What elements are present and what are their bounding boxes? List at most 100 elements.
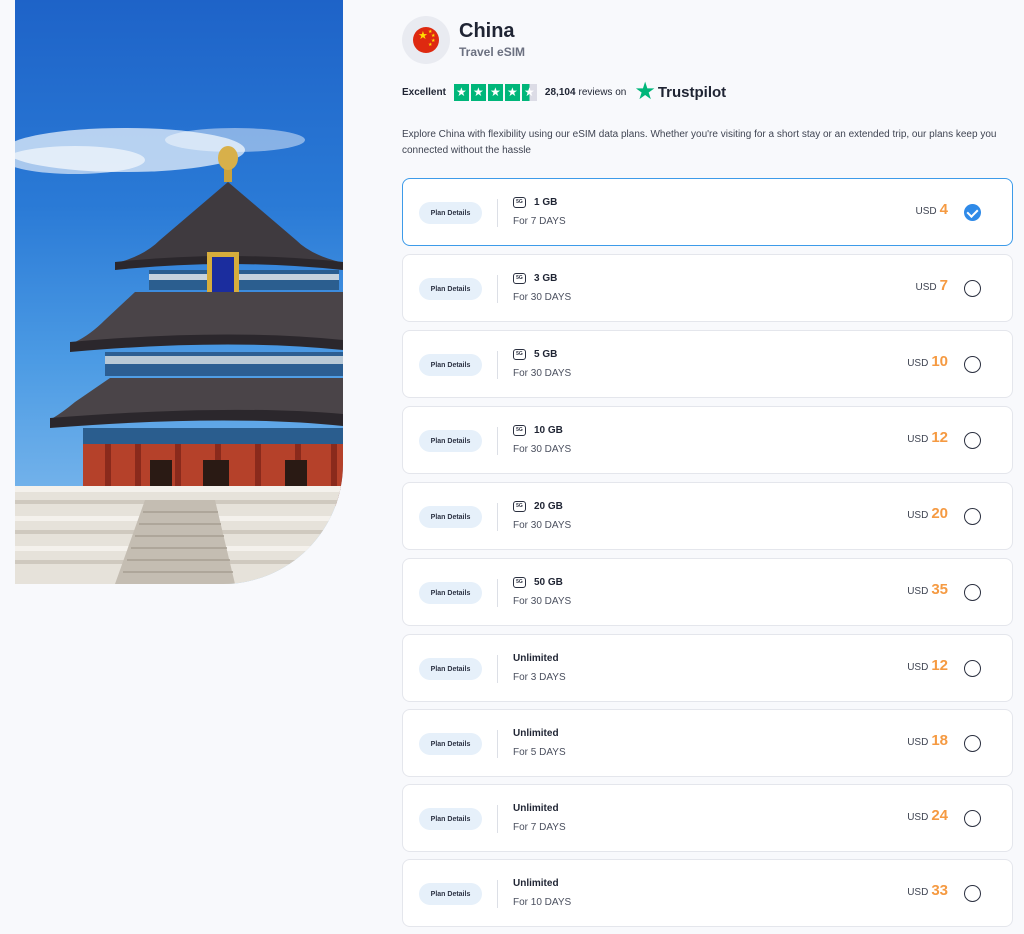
trustpilot-rating[interactable]: Excellent ★ ★ ★ ★ ★ 28,104 reviews on ★ … [402, 80, 726, 104]
page-subtitle: Travel eSIM [459, 45, 526, 59]
plan-details-button[interactable]: Plan Details [419, 733, 482, 755]
plan-data: Unlimited [513, 728, 559, 739]
price-currency: USD [907, 737, 929, 748]
plan-card[interactable]: Plan Details 5G 20 GB For 30 DAYS USD 20 [402, 482, 1013, 550]
price-currency: USD [907, 662, 929, 673]
plan-card[interactable]: Plan Details 5G 50 GB For 30 DAYS USD 35 [402, 558, 1013, 626]
plan-card[interactable]: Plan Details 5G 10 GB For 30 DAYS USD 12 [402, 406, 1013, 474]
plan-price: USD 33 [907, 882, 948, 899]
plan-data: 5G 10 GB [513, 425, 563, 436]
divider [497, 199, 498, 227]
divider [497, 880, 498, 908]
plan-duration: For 30 DAYS [513, 444, 572, 455]
price-amount: 12 [931, 657, 948, 674]
price-currency: USD [907, 434, 929, 445]
price-currency: USD [915, 282, 937, 293]
plan-duration: For 3 DAYS [513, 672, 566, 683]
plan-price: USD 4 [916, 201, 948, 218]
plan-card[interactable]: Plan Details Unlimited For 5 DAYS USD 18 [402, 709, 1013, 777]
radio-button[interactable] [964, 735, 981, 752]
plan-details-button[interactable]: Plan Details [419, 354, 482, 376]
divider [497, 351, 498, 379]
price-amount: 12 [931, 429, 948, 446]
price-amount: 7 [939, 277, 948, 294]
price-amount: 33 [931, 882, 948, 899]
star-icon: ★ [504, 83, 520, 101]
data-amount: 3 GB [534, 273, 558, 284]
plan-price: USD 24 [907, 807, 948, 824]
data-amount: Unlimited [513, 728, 559, 739]
data-amount: Unlimited [513, 878, 559, 889]
plan-details-button[interactable]: Plan Details [419, 202, 482, 224]
data-amount: 20 GB [534, 501, 563, 512]
plan-duration: For 30 DAYS [513, 520, 572, 531]
plan-details-button[interactable]: Plan Details [419, 582, 482, 604]
price-amount: 10 [931, 353, 948, 370]
data-amount: 1 GB [534, 197, 558, 208]
plan-card[interactable]: Plan Details Unlimited For 10 DAYS USD 3… [402, 859, 1013, 927]
divider [497, 805, 498, 833]
divider [497, 503, 498, 531]
plan-price: USD 20 [907, 505, 948, 522]
plan-data: Unlimited [513, 878, 559, 889]
plan-card[interactable]: Plan Details Unlimited For 7 DAYS USD 24 [402, 784, 1013, 852]
5g-icon: 5G [513, 425, 526, 436]
star-icon: ★ [453, 83, 469, 101]
5g-icon: 5G [513, 273, 526, 284]
divider [497, 427, 498, 455]
5g-icon: 5G [513, 577, 526, 588]
plan-price: USD 18 [907, 732, 948, 749]
review-count: 28,104 [544, 86, 576, 98]
plan-price: USD 12 [907, 657, 948, 674]
price-currency: USD [907, 887, 929, 898]
plan-card[interactable]: Plan Details Unlimited For 3 DAYS USD 12 [402, 634, 1013, 702]
plan-price: USD 10 [907, 353, 948, 370]
plan-details-button[interactable]: Plan Details [419, 278, 482, 300]
price-currency: USD [915, 206, 937, 217]
radio-button[interactable] [964, 810, 981, 827]
rating-stars: ★ ★ ★ ★ ★ [453, 83, 537, 101]
radio-button[interactable] [964, 356, 981, 373]
price-currency: USD [907, 510, 929, 521]
price-amount: 4 [939, 201, 948, 218]
radio-button[interactable] [964, 508, 981, 525]
5g-icon: 5G [513, 501, 526, 512]
plan-details-button[interactable]: Plan Details [419, 883, 482, 905]
data-amount: 50 GB [534, 577, 563, 588]
radio-button[interactable] [964, 660, 981, 677]
destination-hero-image [15, 0, 343, 584]
5g-icon: 5G [513, 349, 526, 360]
radio-button[interactable] [964, 432, 981, 449]
star-icon: ★ [487, 83, 503, 101]
checked-radio-icon[interactable] [964, 204, 981, 221]
data-amount: 10 GB [534, 425, 563, 436]
divider [497, 275, 498, 303]
price-amount: 35 [931, 581, 948, 598]
plan-card[interactable]: Plan Details 5G 5 GB For 30 DAYS USD 10 [402, 330, 1013, 398]
rating-label: Excellent [402, 86, 446, 98]
half-star-icon: ★ [521, 83, 537, 101]
plan-details-button[interactable]: Plan Details [419, 506, 482, 528]
plan-details-button[interactable]: Plan Details [419, 430, 482, 452]
radio-button[interactable] [964, 280, 981, 297]
plan-details-button[interactable]: Plan Details [419, 658, 482, 680]
plan-duration: For 30 DAYS [513, 596, 572, 607]
price-currency: USD [907, 358, 929, 369]
star-icon: ★ [470, 83, 486, 101]
plan-card[interactable]: Plan Details 5G 3 GB For 30 DAYS USD 7 [402, 254, 1013, 322]
plan-details-button[interactable]: Plan Details [419, 808, 482, 830]
plan-duration: For 7 DAYS [513, 216, 566, 227]
radio-button[interactable] [964, 885, 981, 902]
5g-icon: 5G [513, 197, 526, 208]
trustpilot-logo[interactable]: Trustpilot [658, 84, 726, 101]
plan-data: Unlimited [513, 803, 559, 814]
price-amount: 18 [931, 732, 948, 749]
radio-button[interactable] [964, 584, 981, 601]
plan-card[interactable]: Plan Details 5G 1 GB For 7 DAYS USD 4 [402, 178, 1013, 246]
plan-duration: For 10 DAYS [513, 897, 572, 908]
plan-duration: For 30 DAYS [513, 292, 572, 303]
divider [497, 655, 498, 683]
price-amount: 24 [931, 807, 948, 824]
plan-duration: For 5 DAYS [513, 747, 566, 758]
price-currency: USD [907, 586, 929, 597]
